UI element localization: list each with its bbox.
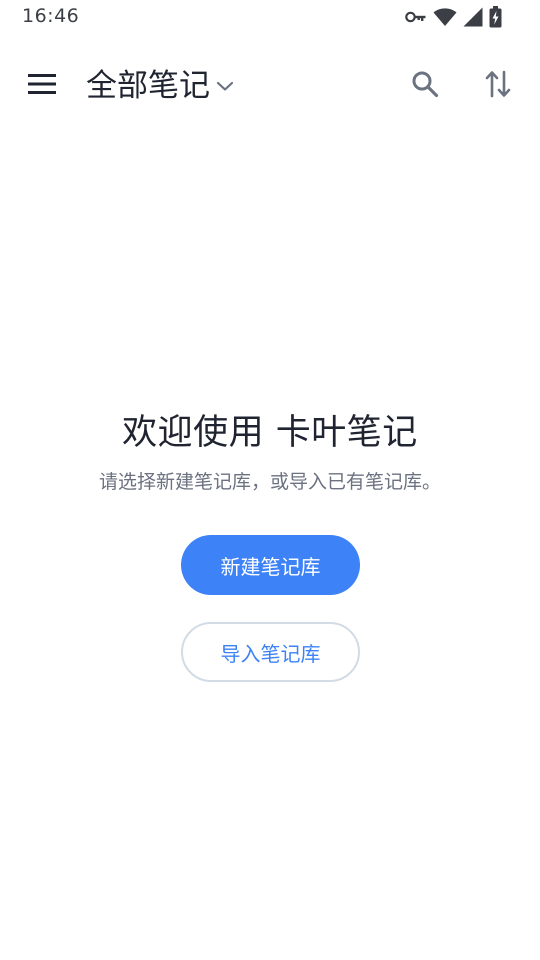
page-title: 全部笔记 (86, 68, 210, 104)
search-icon (411, 70, 439, 102)
notebook-selector[interactable]: 全部笔记 (86, 64, 234, 108)
wifi-icon (433, 7, 457, 27)
sort-icon (485, 69, 511, 103)
battery-charging-icon (489, 6, 502, 28)
status-time: 16:46 (22, 5, 80, 27)
chevron-down-icon (216, 77, 234, 96)
signal-icon (463, 7, 483, 27)
vpn-key-icon (405, 10, 427, 24)
welcome-title: 欢迎使用 卡叶笔记 (122, 413, 418, 453)
import-library-button[interactable]: 导入笔记库 (181, 622, 360, 682)
status-bar: 16:46 (0, 0, 540, 34)
create-library-button[interactable]: 新建笔记库 (181, 535, 360, 595)
empty-state: 欢迎使用 卡叶笔记 请选择新建笔记库，或导入已有笔记库。 (0, 408, 540, 496)
app-bar: 全部笔记 (0, 56, 540, 116)
welcome-subtitle: 请选择新建笔记库，或导入已有笔记库。 (98, 471, 441, 493)
status-icons (405, 6, 502, 28)
sort-button[interactable] (477, 66, 519, 106)
search-button[interactable] (404, 66, 446, 106)
menu-icon (28, 74, 56, 98)
menu-button[interactable] (22, 68, 62, 104)
